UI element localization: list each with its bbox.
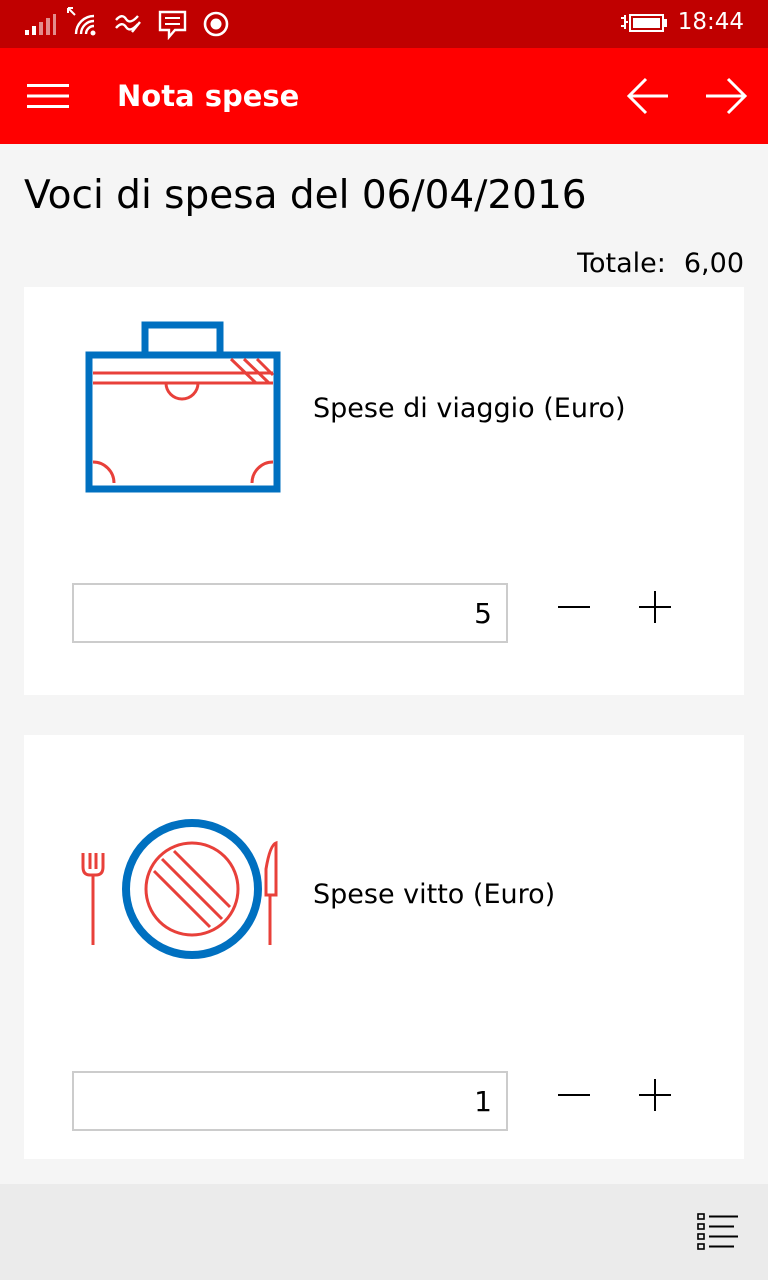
- data-icon: [115, 15, 141, 33]
- plus-icon[interactable]: [633, 1073, 677, 1117]
- total-row: Totale: 6,00: [577, 248, 744, 279]
- list-icon[interactable]: [696, 1212, 740, 1252]
- suitcase-icon: [85, 321, 281, 493]
- total-value: 6,00: [683, 248, 744, 279]
- amount-input-food[interactable]: [72, 1071, 508, 1131]
- wifi-icon: [67, 7, 96, 36]
- minus-icon[interactable]: [552, 585, 596, 629]
- expense-card-food: Spese vitto (Euro): [24, 735, 744, 1159]
- amount-input-travel[interactable]: [72, 583, 508, 643]
- message-icon: [158, 10, 187, 40]
- expense-label-food: Spese vitto (Euro): [313, 879, 556, 910]
- signal-icon: [25, 14, 56, 35]
- app-bar: Nota spese: [0, 48, 768, 144]
- minus-icon[interactable]: [552, 1073, 596, 1117]
- expense-card-travel: Spese di viaggio (Euro): [24, 287, 744, 695]
- plus-icon[interactable]: [633, 585, 677, 629]
- arrow-right-icon[interactable]: [704, 76, 748, 116]
- app-title: Nota spese: [117, 79, 300, 113]
- record-icon: [203, 11, 229, 37]
- page-heading: Voci di spesa del 06/04/2016: [24, 173, 587, 218]
- plate-cutlery-icon: [81, 819, 278, 959]
- status-bar: 18:44: [0, 0, 768, 48]
- status-time: 18:44: [677, 9, 744, 35]
- bottom-app-bar: [0, 1184, 768, 1280]
- battery-icon: [621, 14, 667, 32]
- expense-label-travel: Spese di viaggio (Euro): [313, 393, 626, 424]
- total-label: Totale:: [577, 248, 666, 279]
- hamburger-icon[interactable]: [27, 84, 69, 108]
- arrow-left-icon[interactable]: [626, 76, 670, 116]
